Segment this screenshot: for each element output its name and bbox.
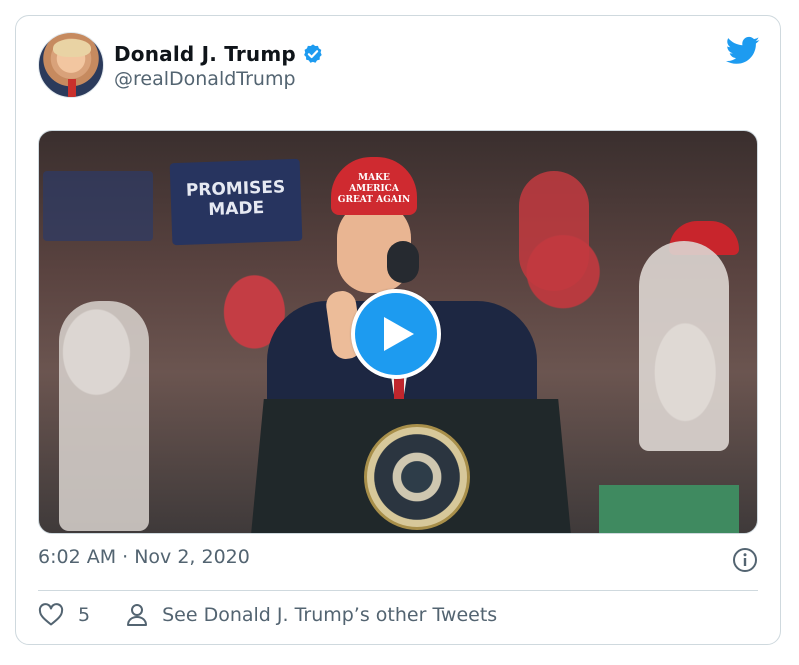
see-other-tweets-link[interactable]: See Donald J. Trump’s other Tweets [126, 603, 497, 627]
like-count: 5 [78, 604, 91, 626]
hat-text: MAKE AMERICA GREAT AGAIN [337, 173, 411, 205]
sign-text: PROMISES MADE [185, 177, 286, 220]
action-bar: 5 See Donald J. Trump’s other Tweets [38, 603, 497, 627]
heart-icon [38, 603, 64, 626]
speaker-hat: MAKE AMERICA GREAT AGAIN [331, 157, 417, 215]
tweet-timestamp[interactable]: 6:02 AM · Nov 2, 2020 [38, 546, 250, 568]
twitter-bird-icon[interactable] [726, 36, 760, 66]
microphone [387, 241, 419, 283]
tweet-card[interactable]: Donald J. Trump @realDonaldTrump PROMISE… [15, 15, 781, 645]
presidential-seal [364, 424, 470, 530]
like-button[interactable]: 5 [38, 603, 90, 627]
play-button[interactable] [351, 289, 441, 379]
author-name[interactable]: Donald J. Trump [114, 42, 296, 66]
crowd-figure [519, 171, 589, 291]
info-icon[interactable] [732, 547, 758, 573]
avatar[interactable] [38, 32, 104, 98]
crowd-sign-left [43, 171, 153, 241]
video-player[interactable]: PROMISES MADE MAKE AMERICA GREAT AGAIN [38, 130, 758, 534]
divider [38, 590, 758, 591]
author-row: Donald J. Trump [114, 42, 324, 66]
crowd-figure [639, 241, 729, 451]
see-other-tweets-label: See Donald J. Trump’s other Tweets [162, 604, 498, 626]
crowd-sign-green [599, 485, 739, 533]
author-handle[interactable]: @realDonaldTrump [114, 68, 296, 90]
crowd-sign: PROMISES MADE [169, 158, 303, 246]
play-icon [384, 317, 414, 351]
avatar-hair [53, 39, 91, 57]
crowd-figure [59, 301, 149, 531]
person-icon [127, 604, 148, 626]
avatar-tie [68, 79, 76, 97]
verified-badge-icon [304, 44, 322, 63]
